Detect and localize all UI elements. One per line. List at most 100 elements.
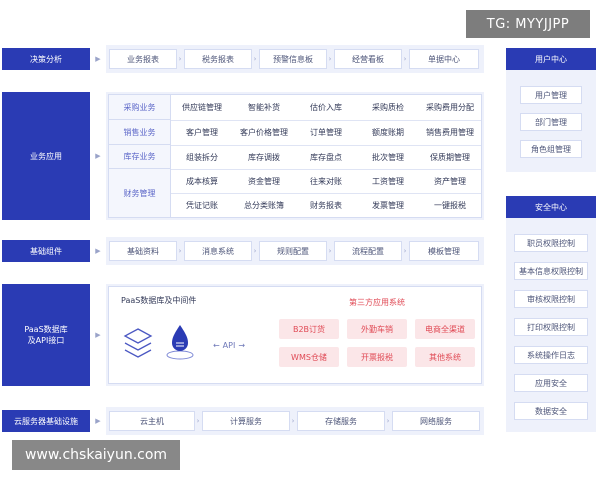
group-label-finance: 财务管理 [109, 169, 171, 217]
user-center-title: 用户中心 [506, 48, 596, 70]
business-item[interactable]: 组装拆分 [171, 145, 233, 169]
user-center-item[interactable]: 角色组管理 [520, 140, 582, 158]
business-item[interactable]: 保质期管理 [419, 145, 481, 169]
arrow-right-icon: ▶ [95, 331, 101, 339]
watermark-bottom: www.chskaiyun.com [12, 440, 180, 470]
business-item[interactable]: 资产管理 [419, 169, 481, 193]
business-item[interactable]: 工资管理 [357, 169, 419, 193]
business-item[interactable]: 销售费用管理 [419, 120, 481, 145]
paas-label-line1: PaaS数据库 [24, 325, 68, 334]
security-center-item[interactable]: 系统操作日志 [514, 346, 588, 364]
third-party-item[interactable]: 其他系统 [415, 347, 475, 367]
business-item[interactable]: 财务报表 [295, 193, 357, 217]
base-item[interactable]: 流程配置 [334, 241, 402, 261]
business-app-label: 业务应用 [2, 92, 90, 220]
business-item[interactable]: 客户价格管理 [233, 120, 295, 145]
paas-label-line2: 及API接口 [27, 336, 65, 345]
security-center-item[interactable]: 数据安全 [514, 402, 588, 420]
third-party-item[interactable]: 电商全渠道 [415, 319, 475, 339]
user-center-item[interactable]: 用户管理 [520, 86, 582, 104]
database-layers-icon [123, 328, 153, 358]
business-item[interactable]: 库存调拨 [233, 145, 295, 169]
business-item[interactable]: 凭证记账 [171, 193, 233, 217]
business-item[interactable]: 库存盘点 [295, 145, 357, 169]
separator-arrow-icon: › [403, 55, 407, 63]
security-center-panel: 安全中心 职员权限控制 基本信息权限控制 审核权限控制 打印权限控制 系统操作日… [506, 196, 596, 432]
base-item[interactable]: 规则配置 [259, 241, 327, 261]
business-item[interactable]: 往来对账 [295, 169, 357, 193]
decision-analysis-label: 决策分析 [2, 48, 90, 70]
separator-arrow-icon: › [178, 247, 182, 255]
paas-inner-title: PaaS数据库及中间件 [121, 296, 197, 305]
cloud-infra-label: 云服务器基础设施 [2, 410, 90, 432]
paas-panel: PaaS数据库及中间件 ← API → 第三方应用系统 B2B订货 外勤车销 电… [106, 284, 484, 386]
user-center-item[interactable]: 部门管理 [520, 113, 582, 131]
api-connector: ← API → [203, 339, 255, 351]
business-item[interactable]: 总分类账簿 [233, 193, 295, 217]
third-party-item[interactable]: WMS仓储 [279, 347, 339, 367]
security-center-item[interactable]: 打印权限控制 [514, 318, 588, 336]
business-item[interactable]: 一键报税 [419, 193, 481, 217]
cloud-item[interactable]: 网络服务 [392, 411, 480, 431]
arrow-right-icon: ▶ [95, 55, 101, 63]
business-grid: 采购业务 销售业务 库存业务 财务管理 供应链管理 智能补货 估价入库 采购质检… [108, 94, 482, 218]
decision-item[interactable]: 税务报表 [184, 49, 252, 69]
separator-arrow-icon: › [291, 417, 295, 425]
arrow-right-icon: ▶ [95, 152, 101, 160]
group-label-sales: 销售业务 [109, 120, 171, 145]
separator-arrow-icon: › [328, 55, 332, 63]
business-item[interactable]: 批次管理 [357, 145, 419, 169]
third-party-item[interactable]: 开票报税 [347, 347, 407, 367]
business-item[interactable]: 采购费用分配 [419, 95, 481, 120]
business-item[interactable]: 订单管理 [295, 120, 357, 145]
business-item[interactable]: 发票管理 [357, 193, 419, 217]
cloud-item[interactable]: 云主机 [109, 411, 195, 431]
decision-analysis-panel: 业务报表 › 税务报表 › 预警信息板 › 经营看板 › 单据中心 [106, 45, 484, 73]
base-item[interactable]: 模板管理 [409, 241, 479, 261]
business-item[interactable]: 供应链管理 [171, 95, 233, 120]
paas-inner-box: PaaS数据库及中间件 ← API → 第三方应用系统 B2B订货 外勤车销 电… [108, 286, 482, 384]
third-party-title: 第三方应用系统 [349, 298, 405, 307]
separator-arrow-icon: › [328, 247, 332, 255]
watermark-top: TG: MYYJJPP [466, 10, 590, 38]
arrow-left-icon: ← [212, 340, 220, 350]
decision-item[interactable]: 经营看板 [334, 49, 402, 69]
arrow-right-icon: ▶ [95, 247, 101, 255]
api-label: API [222, 340, 236, 350]
third-party-item[interactable]: 外勤车销 [347, 319, 407, 339]
base-components-label: 基础组件 [2, 240, 90, 262]
cloud-item[interactable]: 存储服务 [297, 411, 385, 431]
separator-arrow-icon: › [386, 417, 390, 425]
business-item[interactable]: 客户管理 [171, 120, 233, 145]
base-item[interactable]: 基础资料 [109, 241, 177, 261]
security-center-item[interactable]: 审核权限控制 [514, 290, 588, 308]
security-center-item[interactable]: 基本信息权限控制 [514, 262, 588, 280]
base-item[interactable]: 消息系统 [184, 241, 252, 261]
separator-arrow-icon: › [253, 55, 257, 63]
business-item[interactable]: 估价入库 [295, 95, 357, 120]
business-item[interactable]: 资金管理 [233, 169, 295, 193]
paas-label: PaaS数据库 及API接口 [2, 284, 90, 386]
security-center-item[interactable]: 职员权限控制 [514, 234, 588, 252]
group-label-purchase: 采购业务 [109, 95, 171, 120]
business-item[interactable]: 额度账期 [357, 120, 419, 145]
decision-item[interactable]: 单据中心 [409, 49, 479, 69]
third-party-item[interactable]: B2B订货 [279, 319, 339, 339]
business-item[interactable]: 成本核算 [171, 169, 233, 193]
decision-item[interactable]: 业务报表 [109, 49, 177, 69]
business-item[interactable]: 智能补货 [233, 95, 295, 120]
security-center-item[interactable]: 应用安全 [514, 374, 588, 392]
user-center-panel: 用户中心 用户管理 部门管理 角色组管理 [506, 48, 596, 172]
separator-arrow-icon: › [196, 417, 200, 425]
middleware-drop-icon [166, 325, 194, 360]
base-components-panel: 基础资料 › 消息系统 › 规则配置 › 流程配置 › 模板管理 [106, 237, 484, 265]
separator-arrow-icon: › [178, 55, 182, 63]
arrow-right-icon: ▶ [95, 417, 101, 425]
cloud-infra-panel: 云主机 › 计算服务 › 存储服务 › 网络服务 [106, 407, 484, 435]
business-item[interactable]: 采购质检 [357, 95, 419, 120]
separator-arrow-icon: › [403, 247, 407, 255]
decision-item[interactable]: 预警信息板 [259, 49, 327, 69]
cloud-item[interactable]: 计算服务 [202, 411, 290, 431]
business-app-panel: 采购业务 销售业务 库存业务 财务管理 供应链管理 智能补货 估价入库 采购质检… [106, 92, 484, 220]
arrow-right-icon: → [238, 340, 246, 350]
